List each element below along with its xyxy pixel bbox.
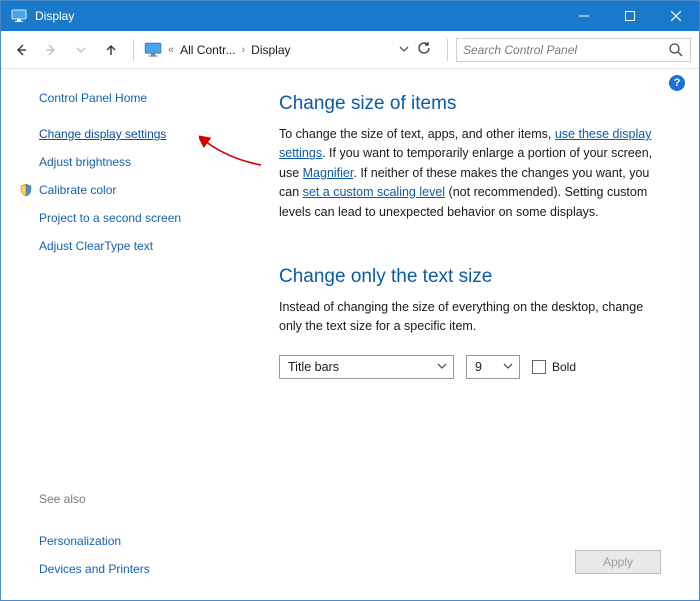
paragraph-change-size: To change the size of text, apps, and ot…	[279, 125, 659, 222]
see-also-devices-printers[interactable]: Devices and Printers	[39, 562, 249, 576]
heading-text-size: Change only the text size	[279, 266, 659, 288]
search-icon[interactable]	[668, 42, 684, 58]
sidebar-adjust-brightness[interactable]: Adjust brightness	[39, 155, 249, 169]
crumb-display[interactable]: Display	[249, 43, 292, 57]
window: Display « All Contr... › Display	[0, 0, 700, 601]
link-magnifier[interactable]: Magnifier	[303, 166, 354, 180]
item-combo-value: Title bars	[288, 360, 339, 374]
crumb-sep-icon: «	[164, 44, 178, 56]
chevron-right-icon: ›	[237, 44, 249, 56]
bold-label: Bold	[552, 360, 576, 374]
chevron-down-icon	[503, 360, 513, 374]
text-size-controls: Title bars 9 Bold	[279, 355, 659, 379]
size-combo-value: 9	[475, 360, 482, 374]
window-title: Display	[35, 9, 561, 23]
paragraph-text-size: Instead of changing the size of everythi…	[279, 298, 659, 337]
close-button[interactable]	[653, 1, 699, 31]
recent-dropdown[interactable]	[67, 36, 95, 64]
maximize-button[interactable]	[607, 1, 653, 31]
see-also-heading: See also	[39, 492, 249, 506]
monitor-icon	[144, 42, 162, 58]
sidebar-calibrate-color-label: Calibrate color	[39, 183, 116, 197]
see-also: See also Personalization Devices and Pri…	[39, 492, 249, 600]
up-button[interactable]	[97, 36, 125, 64]
bold-checkbox[interactable]	[532, 360, 546, 374]
breadcrumb[interactable]: « All Contr... › Display	[142, 42, 293, 58]
shield-icon	[19, 183, 33, 197]
crumb-all-control[interactable]: All Contr...	[178, 43, 237, 57]
back-button[interactable]	[7, 36, 35, 64]
forward-button[interactable]	[37, 36, 65, 64]
chevron-down-icon	[437, 360, 447, 374]
divider	[133, 39, 134, 61]
refresh-button[interactable]	[417, 41, 431, 58]
search-input[interactable]	[463, 43, 668, 57]
main-content: Change size of items To change the size …	[249, 69, 699, 600]
window-controls	[561, 1, 699, 31]
sidebar-change-display-settings[interactable]: Change display settings	[39, 127, 249, 141]
heading-change-size: Change size of items	[279, 93, 659, 115]
see-also-personalization[interactable]: Personalization	[39, 534, 249, 548]
search-box[interactable]	[456, 38, 691, 62]
apply-button[interactable]: Apply	[575, 550, 661, 574]
item-combo[interactable]: Title bars	[279, 355, 454, 379]
divider	[447, 39, 448, 61]
sidebar-project-second-screen[interactable]: Project to a second screen	[39, 211, 249, 225]
minimize-button[interactable]	[561, 1, 607, 31]
size-combo[interactable]: 9	[466, 355, 520, 379]
control-panel-home-link[interactable]: Control Panel Home	[39, 91, 249, 105]
sidebar-links: Change display settings Adjust brightnes…	[39, 127, 249, 253]
display-app-icon	[11, 8, 27, 24]
titlebar: Display	[1, 1, 699, 31]
sidebar-adjust-cleartype[interactable]: Adjust ClearType text	[39, 239, 249, 253]
address-bar: « All Contr... › Display	[1, 31, 699, 69]
address-dropdown-button[interactable]	[399, 43, 409, 57]
body-area: ? Control Panel Home Change display sett…	[1, 69, 699, 600]
link-custom-scaling[interactable]: set a custom scaling level	[303, 185, 445, 199]
sidebar: Control Panel Home Change display settin…	[1, 69, 249, 600]
sidebar-calibrate-color[interactable]: Calibrate color	[39, 183, 249, 197]
bold-checkbox-wrap[interactable]: Bold	[532, 360, 576, 374]
